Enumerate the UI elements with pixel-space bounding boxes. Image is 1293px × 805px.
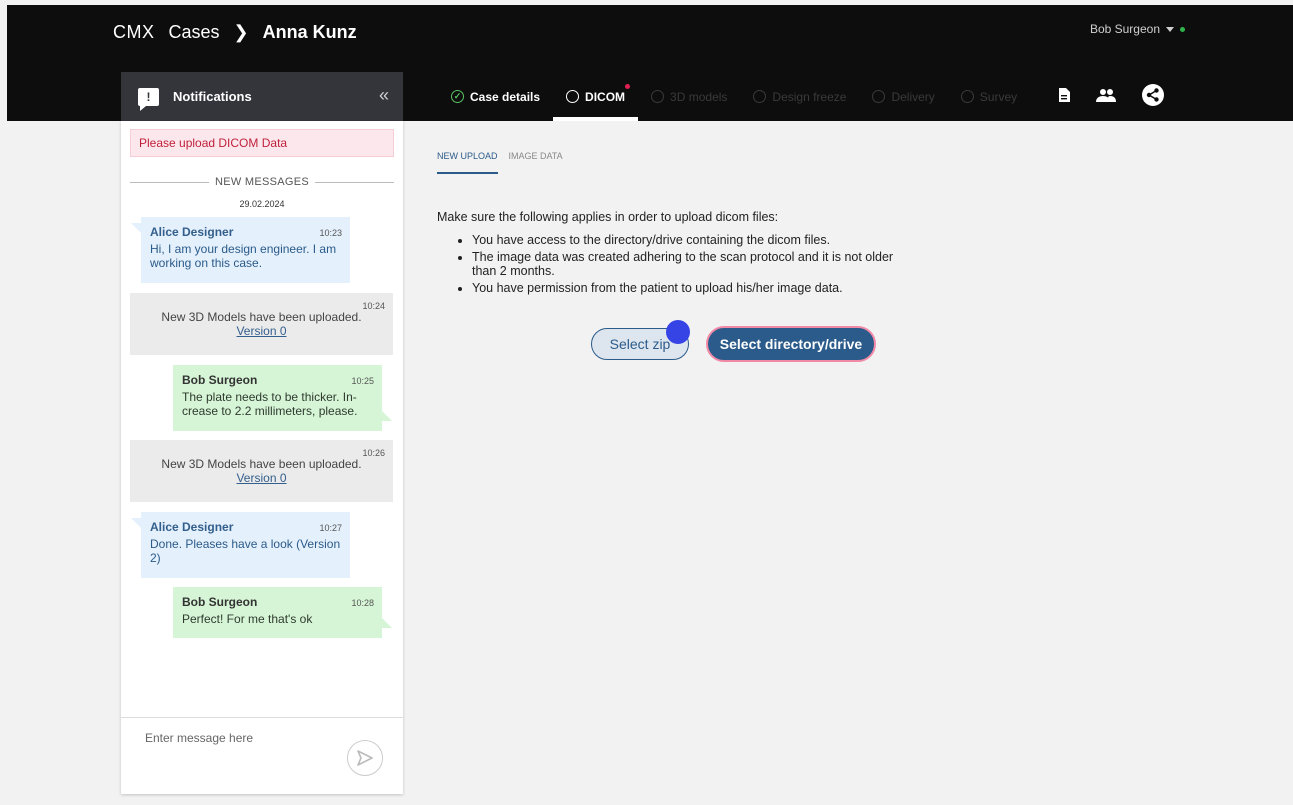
message-composer[interactable]: Enter message here <box>121 717 403 794</box>
chevron-right-icon: ❯ <box>233 21 249 42</box>
message-date: 29.02.2024 <box>239 199 285 209</box>
tab-label: DICOM <box>585 89 626 104</box>
message-bob: Bob Surgeon 10:25 The plate needs to be … <box>173 365 392 431</box>
message-author: Alice Designer <box>150 225 234 239</box>
tab-label: Design freeze <box>772 89 847 104</box>
message-text: Done. Pleases have a look (Version 2) <box>150 537 341 565</box>
message-time: 10:28 <box>351 598 374 608</box>
divider-label: NEW MESSAGES <box>214 176 310 188</box>
message-alice: Alice Designer 10:23 Hi, I am your desig… <box>131 217 350 283</box>
circle-icon <box>566 90 580 103</box>
user-name: Bob Surgeon <box>1089 22 1160 36</box>
system-message: 10:24 New 3D Models have been uploaded. … <box>130 293 393 355</box>
online-status-dot <box>1180 26 1185 32</box>
tab-label: Delivery <box>891 89 935 104</box>
new-messages-divider: NEW MESSAGES <box>130 176 394 188</box>
pointer-cursor <box>666 320 690 344</box>
requirement-item: You have access to the directory/drive c… <box>472 233 897 247</box>
subtab-new-upload[interactable]: NEW UPLOAD <box>437 151 498 174</box>
message-text: The plate needs to be thicker. In-crease… <box>182 390 358 418</box>
message-time: 10:24 <box>362 301 385 311</box>
document-icon[interactable] <box>1058 88 1070 102</box>
people-icon[interactable] <box>1096 88 1116 102</box>
caret-down-icon <box>1166 26 1174 32</box>
version-link[interactable]: Version 0 <box>138 471 385 485</box>
message-input[interactable]: Enter message here <box>145 731 253 745</box>
brand-logo[interactable]: CMX <box>113 22 155 43</box>
circle-icon <box>753 90 767 103</box>
message-text: Perfect! For me that's ok <box>182 612 313 626</box>
check-circle-icon: ✓ <box>451 90 464 103</box>
requirement-item: You have permission from the patient to … <box>472 281 897 295</box>
upload-instructions: Make sure the following applies in order… <box>437 210 897 298</box>
breadcrumb: CMX Cases ❯ Anna Kunz <box>113 20 357 44</box>
message-author: Bob Surgeon <box>182 595 258 609</box>
dicom-upload-alert: Please upload DICOM Data <box>130 129 394 157</box>
requirement-item: The image data was created adhering to t… <box>472 250 897 278</box>
requirements-list: You have access to the directory/drive c… <box>437 233 897 295</box>
breadcrumb-cases-link[interactable]: Cases <box>169 22 220 43</box>
system-message: 10:26 New 3D Models have been uploaded. … <box>130 440 393 502</box>
version-link[interactable]: Version 0 <box>138 324 385 338</box>
message-time: 10:26 <box>362 448 385 458</box>
user-menu[interactable]: Bob Surgeon <box>1090 22 1185 36</box>
toolbar-icons <box>1058 84 1190 106</box>
subtab-image-data[interactable]: IMAGE DATA <box>509 151 563 174</box>
message-author: Alice Designer <box>150 520 234 534</box>
tab-3d-models[interactable]: 3D models <box>638 72 740 121</box>
tab-survey[interactable]: Survey <box>948 72 1030 121</box>
tab-label: 3D models <box>670 89 728 104</box>
notification-dot <box>625 84 631 89</box>
message-time: 10:23 <box>319 228 342 238</box>
circle-icon <box>872 90 886 103</box>
message-bob: Bob Surgeon 10:28 Perfect! For me that's… <box>173 587 392 638</box>
share-icon[interactable] <box>1142 84 1164 106</box>
circle-icon <box>960 90 974 103</box>
workflow-tabs: ✓ Case details DICOM 3D models Design fr… <box>438 72 1030 121</box>
upload-subtabs: NEW UPLOAD IMAGE DATA <box>437 151 574 174</box>
tab-delivery[interactable]: Delivery <box>859 72 947 121</box>
tab-design-freeze[interactable]: Design freeze <box>740 72 859 121</box>
message-text: New 3D Models have been uploaded. <box>161 310 362 324</box>
select-directory-button[interactable]: Select directory/drive <box>706 326 876 362</box>
breadcrumb-patient: Anna Kunz <box>262 21 357 42</box>
notifications-header: ! Notifications « <box>121 72 403 121</box>
notifications-sidebar: Please upload DICOM Data NEW MESSAGES 29… <box>121 121 403 794</box>
message-author: Bob Surgeon <box>182 373 258 387</box>
message-alice: Alice Designer 10:27 Done. Pleases have … <box>131 512 350 578</box>
tab-label: Survey <box>979 89 1018 104</box>
message-time: 10:27 <box>319 523 342 533</box>
send-icon[interactable] <box>347 740 383 776</box>
message-text: New 3D Models have been uploaded. <box>161 457 362 471</box>
message-alert-icon: ! <box>138 87 159 111</box>
message-time: 10:25 <box>351 376 374 386</box>
circle-icon <box>651 90 665 103</box>
collapse-sidebar-icon[interactable]: « <box>379 85 389 106</box>
tab-label: Case details <box>470 89 541 104</box>
notifications-title: Notifications <box>173 89 252 104</box>
tab-case-details[interactable]: ✓ Case details <box>438 72 553 121</box>
instructions-intro: Make sure the following applies in order… <box>437 210 779 224</box>
message-text: Hi, I am your design engineer. I am work… <box>150 242 337 270</box>
tab-dicom[interactable]: DICOM <box>553 72 639 121</box>
